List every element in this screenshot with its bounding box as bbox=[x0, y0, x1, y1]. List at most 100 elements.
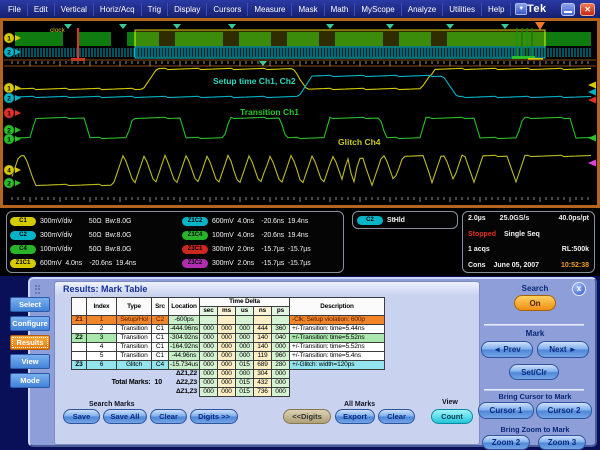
table-cell: 960 bbox=[272, 352, 290, 361]
mark-table-row[interactable]: Z36GlitchC4-15.734us000000015689280+/-Gl… bbox=[72, 361, 385, 370]
table-header bbox=[72, 298, 87, 316]
channel-pill-c1[interactable]: C1 bbox=[10, 217, 36, 226]
channel-pill-c4[interactable]: C4 bbox=[10, 245, 36, 254]
mark-table-row[interactable]: Z11Setup/HolC2-600ps-Clk; Setup violatio… bbox=[72, 316, 385, 325]
save-all-button[interactable]: Save All bbox=[103, 409, 147, 424]
next-mark-button[interactable]: Next ► bbox=[537, 341, 589, 358]
cursor1-button[interactable]: Cursor 1 bbox=[478, 402, 534, 419]
svg-text:2: 2 bbox=[7, 127, 11, 134]
tab-select[interactable]: Select bbox=[10, 297, 50, 312]
dialog-title-bar[interactable]: Results: Mark Table bbox=[55, 282, 479, 295]
menu-mask[interactable]: Mask bbox=[292, 3, 324, 16]
menu-items: FileEditVerticalHoriz/AcqTrigDisplayCurs… bbox=[2, 3, 511, 16]
digits-forward-button[interactable]: Digits >> bbox=[190, 409, 238, 424]
menu-cursors[interactable]: Cursors bbox=[207, 3, 248, 16]
channel-pill-z1c4[interactable]: Z1C4 bbox=[182, 231, 208, 240]
all-marks-label: All Marks bbox=[344, 401, 375, 408]
close-window-button[interactable]: ✕ bbox=[580, 3, 595, 16]
svg-text:1: 1 bbox=[7, 110, 11, 117]
table-cell: 10 bbox=[152, 379, 169, 388]
mark-table-row[interactable]: Z23TransitionC1-304.92ns000000000140040+… bbox=[72, 334, 385, 343]
zoom2-button[interactable]: Zoom 2 bbox=[482, 435, 530, 450]
delta-summary-row: ΔZ1,Z3000000015736000 bbox=[72, 388, 385, 397]
zoom3-button[interactable]: Zoom 3 bbox=[538, 435, 586, 450]
tab-mode[interactable]: Mode bbox=[10, 373, 50, 388]
table-cell: -Clk; Setup violation: 600p bbox=[290, 316, 385, 325]
channel-pill-z1c1[interactable]: Z1C1 bbox=[10, 259, 36, 268]
channel-pill-c2[interactable]: C2 bbox=[10, 231, 36, 240]
table-cell bbox=[254, 316, 272, 325]
table-cell bbox=[72, 388, 169, 397]
search-on-button[interactable]: On bbox=[514, 295, 556, 311]
channel-pill-z1c2[interactable]: Z1C2 bbox=[182, 217, 208, 226]
minimize-button[interactable] bbox=[561, 3, 576, 16]
table-cell bbox=[200, 316, 218, 325]
results-mark-table-panel: Results: Mark Table IndexTypeSrcLocation… bbox=[54, 281, 480, 445]
menu-utilities[interactable]: Utilities bbox=[443, 3, 482, 16]
zoom1-window-box-ch2[interactable] bbox=[135, 47, 545, 58]
zoom1-window-box[interactable] bbox=[135, 30, 545, 47]
table-cell: C1 bbox=[152, 334, 169, 343]
acq-count: 1 acqs bbox=[468, 246, 490, 253]
cursor2-button[interactable]: Cursor 2 bbox=[536, 402, 592, 419]
clear-search-marks-button[interactable]: Clear bbox=[150, 409, 187, 424]
menu-vertical[interactable]: Vertical bbox=[55, 3, 94, 16]
menu-myscope[interactable]: MyScope bbox=[355, 3, 401, 16]
table-cell: 000 bbox=[200, 352, 218, 361]
drag-handle-icon[interactable] bbox=[35, 285, 40, 294]
menu-bar: FileEditVerticalHoriz/AcqTrigDisplayCurs… bbox=[0, 0, 600, 18]
glitch-label: Glitch Ch4 bbox=[338, 137, 381, 147]
delta-summary-row: ΔZ1,Z2000000000304000 bbox=[72, 370, 385, 379]
table-cell: 000 bbox=[218, 370, 236, 379]
table-cell bbox=[236, 316, 254, 325]
table-cell: 000 bbox=[236, 325, 254, 334]
mark-label: Mark bbox=[476, 329, 594, 338]
delta-summary-row: Total Marks:10ΔZ2,Z3000000015432000 bbox=[72, 379, 385, 388]
trigger-source-pill[interactable]: C2 bbox=[357, 216, 383, 225]
mark-table-row[interactable]: 4TransitionC1-164.92ns000000000140000+/-… bbox=[72, 343, 385, 352]
clock-label: clock bbox=[50, 27, 66, 34]
channel-pill-z3c1[interactable]: Z3C1 bbox=[182, 245, 208, 254]
set-clear-mark-button[interactable]: Set/Clr bbox=[509, 364, 559, 380]
table-cell bbox=[72, 325, 87, 334]
prev-mark-button[interactable]: ◄ Prev bbox=[481, 341, 533, 358]
table-cell: 000 bbox=[272, 388, 290, 397]
table-cell: Transition bbox=[117, 325, 152, 334]
channel-pill-z3c2[interactable]: Z3C2 bbox=[182, 259, 208, 268]
table-header: Description bbox=[290, 298, 385, 316]
table-cell: +/-Transition: time=5.52ns bbox=[290, 343, 385, 352]
menu-math[interactable]: Math bbox=[325, 3, 356, 16]
tab-view[interactable]: View bbox=[10, 354, 50, 369]
table-cell: 000 bbox=[236, 352, 254, 361]
menu-measure[interactable]: Measure bbox=[248, 3, 292, 16]
trigger-readout-box: C2 StHld bbox=[352, 211, 458, 229]
readout-text: 300mV 2.0ns -15.7µs -15.7µs bbox=[212, 246, 311, 253]
menu-analyze[interactable]: Analyze bbox=[402, 3, 443, 16]
menu-edit[interactable]: Edit bbox=[28, 3, 55, 16]
count-button[interactable]: Count bbox=[431, 409, 473, 424]
table-cell: C4 bbox=[152, 361, 169, 370]
mark-table-row[interactable]: 2TransitionC1-444.96ns000000000444360+/-… bbox=[72, 325, 385, 334]
digits-back-button[interactable]: <<Digits bbox=[283, 409, 331, 424]
menu-trig[interactable]: Trig bbox=[142, 3, 168, 16]
table-cell: 304 bbox=[254, 370, 272, 379]
tab-configure[interactable]: Configure bbox=[10, 316, 50, 331]
table-cell: 000 bbox=[218, 352, 236, 361]
table-cell: 432 bbox=[254, 379, 272, 388]
menu-display[interactable]: Display bbox=[168, 3, 207, 16]
clear-all-marks-button[interactable]: Clear bbox=[378, 409, 415, 424]
menu-help[interactable]: Help bbox=[482, 3, 511, 16]
menu-file[interactable]: File bbox=[2, 3, 28, 16]
menu-horizacq[interactable]: Horiz/Acq bbox=[94, 3, 142, 16]
tab-results[interactable]: Results bbox=[10, 335, 50, 350]
table-cell bbox=[290, 370, 385, 379]
save-button[interactable]: Save bbox=[63, 409, 100, 424]
mark-table-row[interactable]: 5TransitionC1-44.96ns000000000119960+/-T… bbox=[72, 352, 385, 361]
bring-zoom-label: Bring Zoom to Mark bbox=[476, 425, 594, 434]
menu-overflow-button[interactable]: ▼ bbox=[515, 3, 527, 15]
readout-row: Z1C1600mV 4.0ns -20.6ns 19.4ns bbox=[10, 257, 182, 270]
cons-label: Cons bbox=[468, 262, 486, 269]
export-button[interactable]: Export bbox=[335, 409, 375, 424]
table-header: Location bbox=[169, 298, 200, 316]
table-cell: 000 bbox=[200, 334, 218, 343]
